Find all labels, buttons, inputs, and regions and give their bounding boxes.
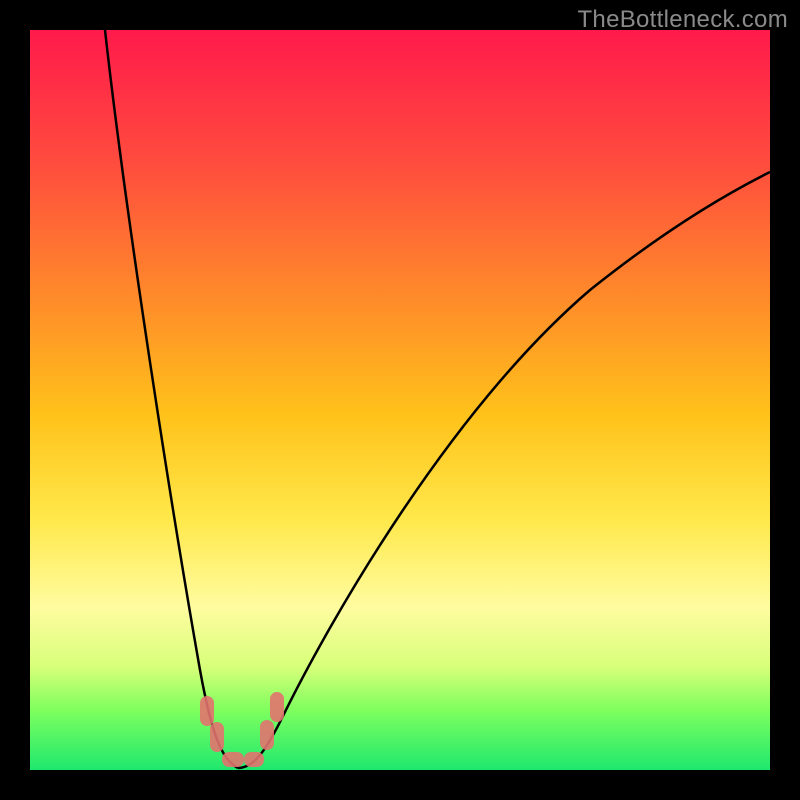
marker-dot [200,696,214,726]
chart-frame: TheBottleneck.com [0,0,800,800]
watermark-text: TheBottleneck.com [577,6,788,34]
marker-dot [222,752,244,767]
curve-markers [200,692,284,767]
curve-left [105,30,238,768]
curve-right [238,172,770,768]
marker-dot [210,722,224,752]
bottleneck-curve [30,30,770,770]
marker-dot [270,692,284,722]
marker-dot [244,752,264,767]
marker-dot [260,720,274,750]
